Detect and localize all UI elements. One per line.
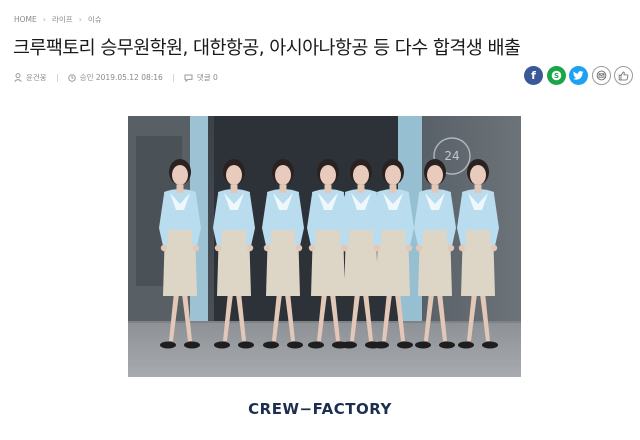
share-buttons: f S (521, 66, 633, 85)
breadcrumb-home[interactable]: HOME (14, 15, 37, 24)
breadcrumb-separator: › (42, 15, 46, 24)
meta-divider (56, 73, 58, 82)
user-icon (14, 73, 22, 82)
svg-text:S: S (553, 72, 558, 80)
kakaostory-icon: S (551, 70, 561, 81)
comment-icon (184, 74, 193, 82)
crew-factory-logo: CREW−FACTORY (248, 400, 392, 418)
email-share-button[interactable] (591, 66, 611, 85)
publish-date-text: 승인 2019.05.12 08:16 (79, 73, 163, 82)
flight-attendants-group-photo: 24 (128, 116, 521, 377)
twitter-icon (573, 71, 584, 80)
clock-icon (67, 73, 76, 82)
author-name[interactable]: 윤건웅 (26, 72, 47, 83)
building-sign-number: 24 (444, 149, 459, 163)
breadcrumb-life[interactable]: 라이프 (52, 14, 73, 25)
publish-date: 승인 2019.05.12 08:16 (67, 72, 163, 83)
comments[interactable]: 댓글 0 (184, 72, 218, 83)
article-title: 크루팩토리 승무원학원, 대한항공, 아시아나항공 등 다수 합격생 배출 (13, 38, 521, 59)
breadcrumb-separator: › (78, 15, 82, 24)
breadcrumb: HOME › 라이프 › 이슈 (14, 14, 102, 25)
email-icon (596, 70, 606, 81)
kakaostory-share-button[interactable]: S (546, 66, 566, 85)
meta-divider (172, 73, 174, 82)
facebook-icon: f (531, 69, 536, 82)
article-photo: 24 (128, 116, 521, 377)
comments-count[interactable]: 댓글 0 (197, 72, 218, 83)
like-share-button[interactable] (614, 66, 633, 85)
like-icon (618, 71, 629, 80)
author: 윤건웅 (14, 72, 47, 83)
facebook-share-button[interactable]: f (524, 66, 543, 85)
twitter-share-button[interactable] (569, 66, 588, 85)
article-meta: 윤건웅 승인 2019.05.12 08:16 댓글 0 (14, 72, 218, 83)
breadcrumb-issue[interactable]: 이슈 (88, 14, 102, 25)
